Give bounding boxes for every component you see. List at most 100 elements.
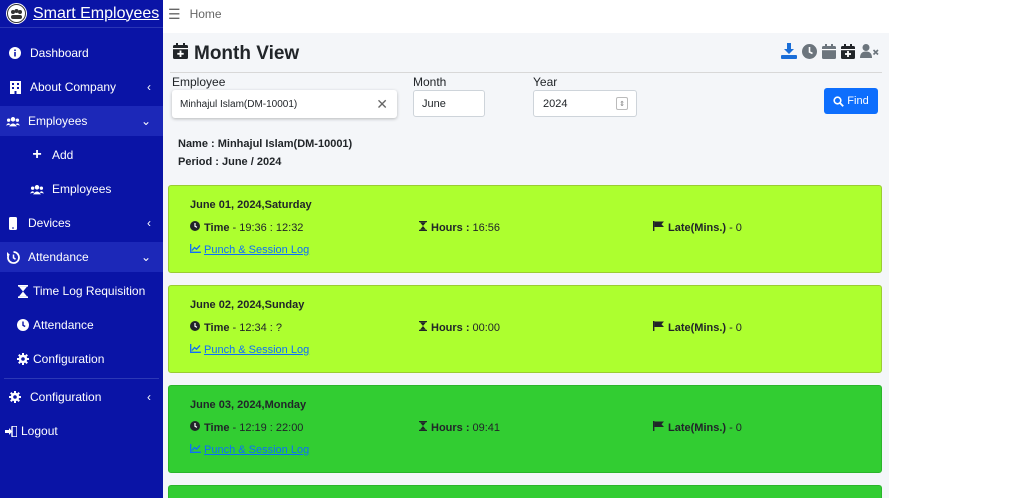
- building-icon: [8, 80, 22, 94]
- gear-icon: [8, 390, 22, 404]
- employee-label: Employee: [172, 75, 226, 89]
- sidebar-divider: [4, 378, 159, 379]
- hourglass-icon: [419, 321, 427, 334]
- year-input[interactable]: 2024 ⇕: [533, 90, 637, 117]
- sidebar-item-about-company[interactable]: About Company ‹: [0, 72, 163, 102]
- punch-session-log-link[interactable]: Punch & Session Log: [190, 344, 309, 356]
- hourglass-icon: [16, 284, 30, 298]
- sidebar-item-add[interactable]: + Add: [0, 140, 163, 170]
- late-value: - 0: [729, 221, 742, 234]
- brand[interactable]: Smart Employees: [0, 0, 163, 28]
- spinner-icon[interactable]: ⇕: [616, 97, 628, 110]
- search-icon: [833, 95, 845, 107]
- sidebar-item-configuration[interactable]: Configuration ‹: [0, 382, 163, 412]
- late-label: Late(Mins.): [668, 221, 727, 234]
- day-title: June 03, 2024,Monday: [190, 399, 307, 411]
- sidebar-item-dashboard[interactable]: Dashboard: [0, 38, 163, 68]
- time-value: - 12:34 : ?: [232, 321, 283, 334]
- users-icon: [30, 182, 44, 196]
- sidebar-item-attendance-sub[interactable]: Attendance: [0, 310, 163, 340]
- month-label: Month: [413, 75, 447, 89]
- time-value: - 19:36 : 12:32: [232, 221, 304, 234]
- day-card: June 02, 2024,Sunday Time - 12:34 : ? Ho…: [168, 285, 882, 373]
- flag-icon: [653, 221, 664, 234]
- hours-row: Hours : 16:56: [419, 221, 500, 234]
- time-row: Time - 19:36 : 12:32: [190, 221, 303, 234]
- history-icon: [6, 250, 20, 264]
- sidebar-item-label: Devices: [28, 216, 71, 230]
- employee-select[interactable]: Minhajul Islam(DM-10001) ✕: [172, 90, 397, 118]
- gear-icon: [16, 352, 30, 366]
- day-card: June 03, 2024,Monday Time - 12:19 : 22:0…: [168, 385, 882, 473]
- late-label: Late(Mins.): [668, 421, 727, 434]
- punch-session-log-link[interactable]: Punch & Session Log: [190, 444, 309, 456]
- title-divider: [170, 72, 882, 73]
- find-label: Find: [847, 95, 869, 107]
- punch-session-log-label[interactable]: Punch & Session Log: [204, 444, 309, 456]
- download-icon[interactable]: [781, 43, 797, 64]
- period-line: Period : June / 2024: [178, 156, 282, 168]
- page-title-text: Month View: [194, 43, 300, 64]
- chart-line-icon: [190, 444, 201, 456]
- clock-icon[interactable]: [802, 43, 817, 64]
- flag-icon: [653, 421, 664, 434]
- sidebar-item-attendance[interactable]: Attendance ⌄: [0, 242, 163, 272]
- punch-session-log-link[interactable]: Punch & Session Log: [190, 244, 309, 256]
- punch-session-log-label[interactable]: Punch & Session Log: [204, 244, 309, 256]
- calendar-plus-icon[interactable]: [841, 43, 855, 64]
- month-value: June: [422, 97, 446, 110]
- sidebar-item-employees-list[interactable]: Employees: [0, 174, 163, 204]
- info-icon: [8, 46, 22, 60]
- late-row: Late(Mins.) - 0: [653, 421, 742, 434]
- page-title: Month View: [173, 43, 299, 65]
- sidebar-item-label: Employees: [52, 182, 112, 196]
- chevron-left-icon: ‹: [147, 390, 151, 404]
- sidebar-item-label: Dashboard: [30, 46, 89, 60]
- clock-icon: [190, 221, 200, 234]
- clock-icon: [190, 421, 200, 434]
- clock-icon: [190, 321, 200, 334]
- hours-row: Hours : 00:00: [419, 321, 500, 334]
- year-value: 2024: [543, 97, 568, 110]
- sidebar-item-logout[interactable]: Logout: [0, 416, 163, 446]
- sidebar: Smart Employees Dashboard About Company …: [0, 0, 163, 498]
- time-row: Time - 12:19 : 22:00: [190, 421, 303, 434]
- brand-title[interactable]: Smart Employees: [33, 5, 159, 23]
- time-label: Time: [204, 221, 230, 234]
- hours-label: Hours :: [431, 221, 470, 234]
- chevron-left-icon: ‹: [147, 216, 151, 230]
- punch-session-log-label[interactable]: Punch & Session Log: [204, 344, 309, 356]
- late-row: Late(Mins.) - 0: [653, 221, 742, 234]
- sidebar-item-devices[interactable]: Devices ‹: [0, 208, 163, 238]
- sidebar-item-attendance-configuration[interactable]: Configuration: [0, 344, 163, 374]
- calendar-plus-icon: [173, 43, 188, 65]
- chart-line-icon: [190, 344, 201, 356]
- menu-icon[interactable]: ☰: [168, 6, 181, 23]
- sidebar-item-label: Attendance: [33, 318, 94, 332]
- hourglass-icon: [419, 421, 427, 434]
- hours-row: Hours : 09:41: [419, 421, 500, 434]
- sidebar-item-label: Time Log Requisition: [33, 284, 146, 298]
- time-label: Time: [204, 321, 230, 334]
- day-card: June 01, 2024,Saturday Time - 19:36 : 12…: [168, 185, 882, 273]
- topbar: ☰ Home: [163, 0, 1024, 28]
- breadcrumb-home[interactable]: Home: [190, 7, 222, 21]
- late-value: - 0: [729, 421, 742, 434]
- sidebar-item-time-log-requisition[interactable]: Time Log Requisition: [0, 276, 163, 306]
- find-button[interactable]: Find: [824, 88, 878, 114]
- hours-value: 16:56: [472, 221, 501, 234]
- chevron-left-icon: ‹: [147, 80, 151, 94]
- clear-icon[interactable]: ✕: [376, 96, 388, 113]
- hours-value: 00:00: [472, 321, 501, 334]
- sidebar-item-label: Employees: [28, 114, 88, 128]
- main-content: Month View Employee Minhajul Islam(DM-10…: [163, 33, 889, 498]
- mobile-icon: [6, 216, 20, 230]
- sidebar-item-employees[interactable]: Employees ⌄: [0, 106, 163, 136]
- calendar-icon[interactable]: [822, 43, 836, 64]
- hourglass-icon: [419, 221, 427, 234]
- time-row: Time - 12:34 : ?: [190, 321, 282, 334]
- time-label: Time: [204, 421, 230, 434]
- user-x-icon[interactable]: [860, 44, 879, 63]
- users-icon: [6, 114, 20, 128]
- month-input[interactable]: June: [413, 90, 485, 117]
